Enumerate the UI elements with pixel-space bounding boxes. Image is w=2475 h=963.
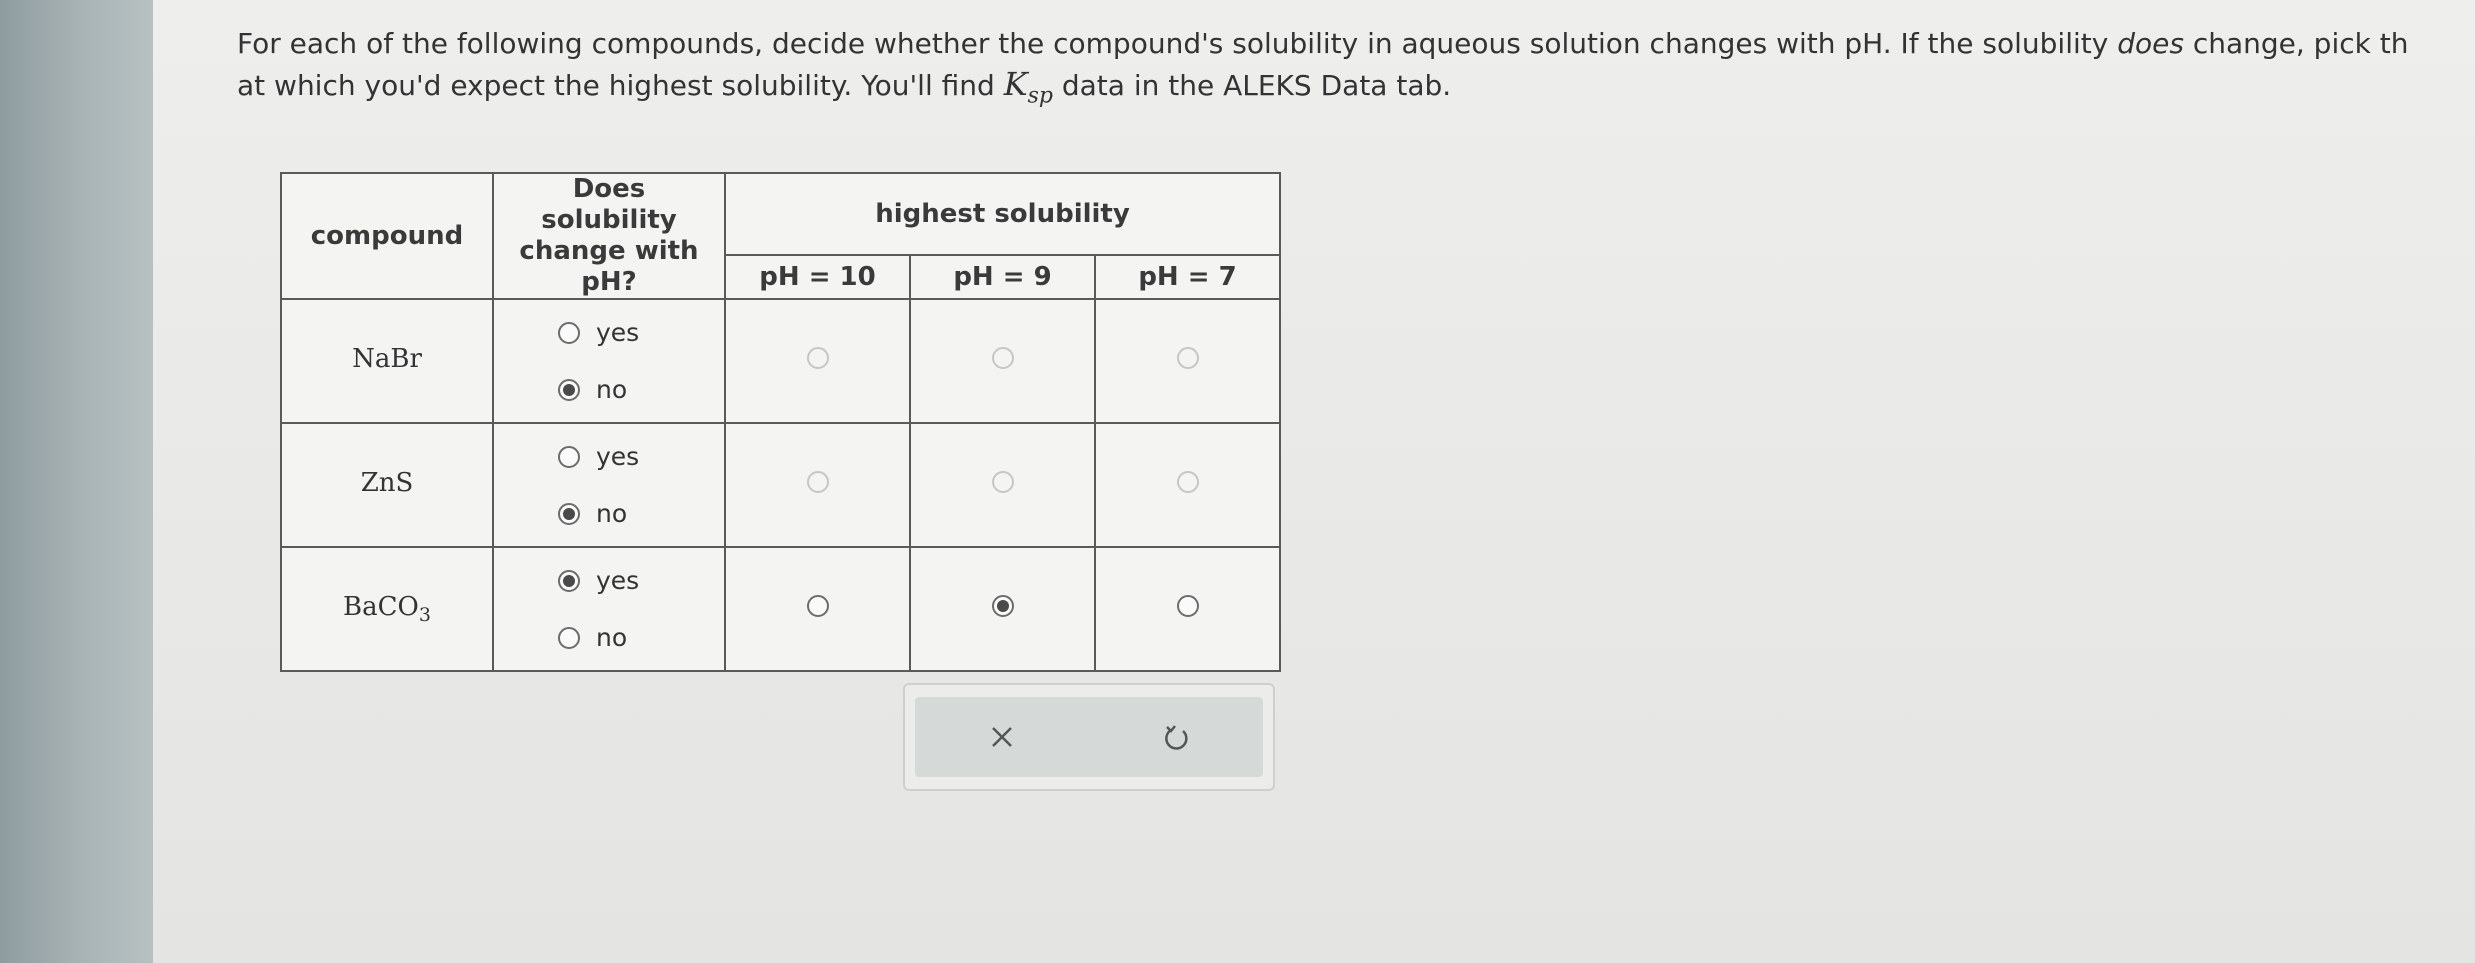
action-button-bar — [915, 697, 1263, 777]
instructions-emphasis: does — [2117, 27, 2184, 60]
undo-button[interactable] — [1089, 697, 1263, 777]
instructions-text-4: data in the ALEKS Data tab. — [1052, 69, 1452, 102]
question-instructions: For each of the following compounds, dec… — [237, 24, 2473, 116]
instructions-text-2: change, pick th — [2183, 27, 2409, 60]
highest-solubility-cell — [724, 298, 911, 424]
highest-solubility-cell — [724, 422, 911, 548]
radio-highest-solubility[interactable] — [991, 347, 1014, 369]
change-with-ph-cell: yes no — [492, 546, 726, 672]
radio-option-no[interactable]: no — [558, 499, 627, 528]
highest-solubility-cell — [724, 546, 911, 672]
compound-formula: ZnS — [360, 467, 414, 498]
undo-icon — [1165, 725, 1188, 750]
change-with-ph-cell: yes no — [492, 298, 726, 424]
radio-highest-solubility[interactable] — [991, 595, 1014, 617]
header-compound: compound — [280, 172, 494, 300]
radio-button-yes[interactable] — [558, 569, 580, 592]
highest-solubility-cell — [1094, 422, 1281, 548]
ksp-symbol: Ksp — [1003, 65, 1053, 109]
table-row: ZnS yes no — [280, 422, 1281, 548]
header-ph-10: pH = 10 — [724, 254, 911, 300]
yes-no-radio-group: yes no — [494, 318, 724, 404]
radio-button-yes[interactable] — [558, 321, 580, 344]
radio-label-yes: yes — [596, 442, 640, 471]
instructions-text-3: at which you'd expect the highest solubi… — [237, 69, 1004, 102]
compound-cell: NaBr — [280, 298, 494, 424]
yes-no-radio-group: yes no — [494, 566, 724, 652]
radio-label-yes: yes — [596, 318, 640, 347]
radio-option-yes[interactable]: yes — [558, 566, 639, 595]
solubility-table: compound Does solubility change with pH?… — [280, 172, 1281, 672]
radio-button-no[interactable] — [558, 378, 580, 401]
highest-solubility-cell — [1094, 298, 1281, 424]
radio-option-yes[interactable]: yes — [558, 442, 639, 471]
radio-option-no[interactable]: no — [558, 375, 627, 404]
radio-highest-solubility[interactable] — [1176, 347, 1199, 369]
radio-highest-solubility[interactable] — [1176, 471, 1199, 493]
radio-button-no[interactable] — [558, 502, 580, 525]
radio-button-yes[interactable] — [558, 445, 580, 468]
radio-highest-solubility[interactable] — [806, 471, 829, 493]
radio-button-no[interactable] — [558, 626, 580, 649]
highest-solubility-cell — [1094, 546, 1281, 672]
highest-solubility-cell — [909, 298, 1096, 424]
clear-button[interactable] — [915, 697, 1089, 777]
highest-solubility-cell — [909, 546, 1096, 672]
header-ph-7: pH = 7 — [1094, 254, 1281, 300]
radio-option-yes[interactable]: yes — [558, 318, 639, 347]
radio-highest-solubility[interactable] — [806, 595, 829, 617]
x-icon — [992, 727, 1012, 747]
compound-formula: BaCO3 — [343, 591, 431, 627]
compound-formula: NaBr — [352, 343, 422, 374]
table-row: NaBr yes no — [280, 298, 1281, 424]
radio-label-no: no — [596, 623, 628, 652]
radio-highest-solubility[interactable] — [806, 347, 829, 369]
yes-no-radio-group: yes no — [494, 442, 724, 528]
header-ph-9: pH = 9 — [909, 254, 1096, 300]
radio-label-no: no — [596, 499, 628, 528]
radio-highest-solubility[interactable] — [991, 471, 1014, 493]
table-body: NaBr yes no ZnS yes no BaCO3 yes no — [280, 298, 1281, 672]
header-highest-solubility: highest solubility — [724, 172, 1281, 256]
radio-highest-solubility[interactable] — [1176, 595, 1199, 617]
radio-label-no: no — [596, 375, 628, 404]
table-row: BaCO3 yes no — [280, 546, 1281, 672]
instructions-text-1: For each of the following compounds, dec… — [237, 27, 2118, 60]
radio-label-yes: yes — [596, 566, 640, 595]
header-change-text: Does solubility change with pH? — [519, 174, 699, 297]
compound-cell: BaCO3 — [280, 546, 494, 672]
compound-cell: ZnS — [280, 422, 494, 548]
highest-solubility-cell — [909, 422, 1096, 548]
answer-action-panel — [903, 683, 1275, 791]
radio-option-no[interactable]: no — [558, 623, 627, 652]
change-with-ph-cell: yes no — [492, 422, 726, 548]
header-change-with-ph: Does solubility change with pH? — [492, 172, 726, 300]
screen-bezel — [0, 0, 153, 963]
